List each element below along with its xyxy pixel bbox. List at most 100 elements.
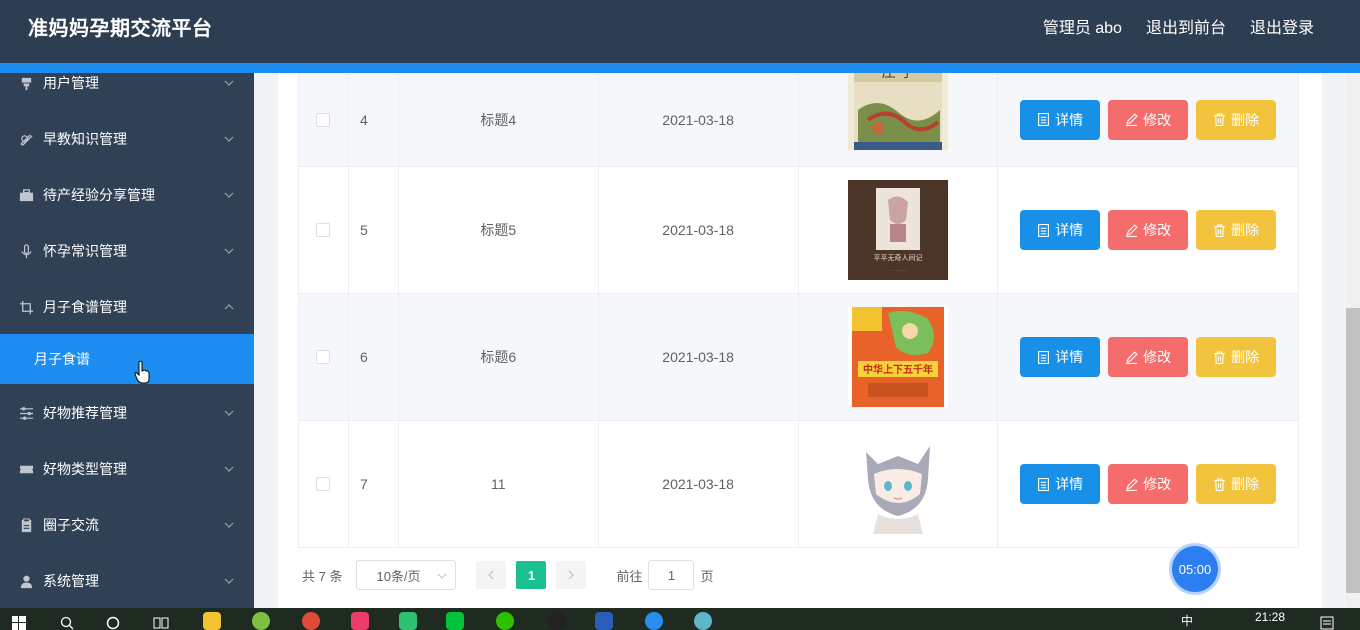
word-icon[interactable] [595, 612, 613, 630]
row-date: 2021-03-18 [599, 294, 799, 420]
prev-page-button[interactable] [476, 561, 507, 589]
file-explorer-icon[interactable] [203, 612, 221, 630]
delete-label: 删除 [1231, 349, 1260, 365]
detail-button[interactable]: 详情 [1020, 210, 1101, 250]
sidebar-item-circle-exchange[interactable]: 圈子交流 [0, 497, 254, 553]
input-language[interactable]: 中 [1181, 612, 1193, 629]
wechat-icon[interactable] [496, 612, 514, 630]
row-checkbox[interactable] [316, 350, 331, 364]
ticket-icon [18, 461, 34, 477]
logout-link[interactable]: 退出登录 [1250, 14, 1314, 38]
delete-button[interactable]: 删除 [1196, 464, 1277, 504]
detail-button[interactable]: 详情 [1020, 337, 1101, 377]
scrollbar-thumb[interactable] [1346, 308, 1360, 593]
detail-button[interactable]: 详情 [1020, 464, 1101, 504]
sidebar-item-label: 好物推荐管理 [43, 405, 127, 421]
app-blue-icon[interactable] [694, 612, 712, 630]
checkbox-cell [299, 421, 349, 547]
edit-button[interactable]: 修改 [1108, 210, 1189, 250]
row-index: 5 [349, 167, 399, 293]
trash-icon [1214, 351, 1226, 364]
actions-cell: 详情 修改 删除 [998, 294, 1298, 420]
row-index: 4 [349, 73, 399, 166]
iqiyi-icon[interactable] [446, 612, 464, 630]
delete-button[interactable]: 删除 [1196, 337, 1277, 377]
page-size-select[interactable]: 10条/页 [356, 560, 457, 590]
sidebar-item-label: 系统管理 [43, 573, 99, 589]
sidebar-subitem-recipes[interactable]: 月子食谱 [0, 334, 254, 384]
book-cover-image: 中华上下五千年 [847, 307, 948, 407]
checkbox-cell [299, 73, 349, 166]
play-store-icon[interactable] [399, 612, 417, 630]
app-pink-icon[interactable] [351, 612, 369, 630]
row-date: 2021-03-18 [599, 73, 799, 166]
pencil-icon [1126, 113, 1138, 126]
goto-page-input[interactable]: 1 [648, 560, 695, 590]
page-size-value: 10条/页 [376, 568, 421, 584]
edit-label: 修改 [1143, 349, 1172, 365]
user-icon [18, 75, 34, 91]
sidebar-item-confinement-recipes[interactable]: 月子食谱管理 [0, 279, 254, 335]
edit-button[interactable]: 修改 [1108, 99, 1189, 140]
app-green-icon[interactable] [252, 612, 270, 630]
chrome-icon[interactable] [302, 612, 320, 630]
admin-label[interactable]: 管理员 abo [1043, 14, 1122, 38]
sidebar-item-birth-experience[interactable]: 待产经验分享管理 [0, 167, 254, 223]
windows-start-icon[interactable] [12, 616, 26, 630]
document-icon [1038, 113, 1050, 126]
app-title: 准妈妈孕期交流平台 [28, 18, 213, 40]
sidebar-subitem-label: 月子食谱 [34, 351, 90, 367]
top-header: 准妈妈孕期交流平台 管理员 abo 退出到前台 退出登录 [0, 0, 1360, 63]
svg-text:平平无奇人间记: 平平无奇人间记 [873, 253, 922, 262]
delete-button[interactable]: 删除 [1196, 99, 1277, 140]
search-icon[interactable] [60, 616, 74, 630]
document-icon [1038, 477, 1050, 491]
image-cell: 中华上下五千年 [799, 294, 999, 420]
sidebar-item-user-management[interactable]: 用户管理 [0, 73, 254, 111]
sidebar-item-label: 月子食谱管理 [43, 299, 127, 315]
chevron-down-icon [224, 522, 234, 528]
detail-button[interactable]: 详情 [1020, 99, 1101, 140]
edit-button[interactable]: 修改 [1108, 464, 1189, 504]
trash-icon [1214, 224, 1226, 237]
book-cover-image: 庄 子 [847, 73, 948, 150]
sidebar-item-good-recommend[interactable]: 好物推荐管理 [0, 385, 254, 441]
row-checkbox[interactable] [316, 477, 331, 491]
chevron-down-icon [224, 466, 234, 472]
image-cell [799, 421, 999, 547]
row-checkbox[interactable] [316, 223, 331, 237]
sidebar-item-early-education[interactable]: 早教知识管理 [0, 111, 254, 167]
main-content: 4 标题4 2021-03-18 庄 子 详情 修改 删除 5 标题5 2021… [254, 73, 1346, 608]
notification-icon[interactable] [1320, 616, 1334, 630]
qq-icon[interactable] [548, 612, 566, 630]
pencil-icon [1126, 350, 1138, 364]
page-number-button[interactable]: 1 [516, 561, 547, 589]
next-page-button[interactable] [556, 561, 587, 589]
row-checkbox[interactable] [316, 112, 331, 127]
floating-timer[interactable]: 05:00 [1172, 546, 1218, 592]
chevron-left-icon [488, 570, 494, 580]
app-k-icon[interactable] [645, 612, 663, 630]
book-cover-image: 平平无奇人间记 · · · · · · [847, 180, 948, 280]
edit-button[interactable]: 修改 [1108, 337, 1189, 377]
svg-text:· · · · · ·: · · · · · · [889, 268, 907, 274]
chevron-down-icon [224, 248, 234, 254]
crop-icon [18, 299, 34, 315]
sidebar-item-pregnancy-knowledge[interactable]: 怀孕常识管理 [0, 223, 254, 279]
sidebar-item-good-types[interactable]: 好物类型管理 [0, 441, 254, 497]
sidebar-item-label: 待产经验分享管理 [43, 187, 155, 203]
clock-time[interactable]: 21:28 [1255, 610, 1285, 624]
exit-to-front-link[interactable]: 退出到前台 [1146, 14, 1226, 38]
row-title: 标题6 [399, 294, 599, 420]
row-title: 11 [399, 421, 599, 547]
sidebar-item-label: 用户管理 [43, 75, 99, 91]
sidebar-item-system-management[interactable]: 系统管理 [0, 553, 254, 608]
cortana-icon[interactable] [106, 616, 120, 630]
pencil-icon [1126, 223, 1138, 237]
table-row: 7 11 2021-03-18 详情 修改 删除 [299, 420, 1298, 547]
table-row: 4 标题4 2021-03-18 庄 子 详情 修改 删除 [299, 73, 1298, 166]
sidebar-item-label: 怀孕常识管理 [43, 243, 127, 259]
task-view-icon[interactable] [153, 616, 169, 630]
delete-button[interactable]: 删除 [1196, 210, 1277, 250]
row-index: 7 [349, 421, 399, 547]
